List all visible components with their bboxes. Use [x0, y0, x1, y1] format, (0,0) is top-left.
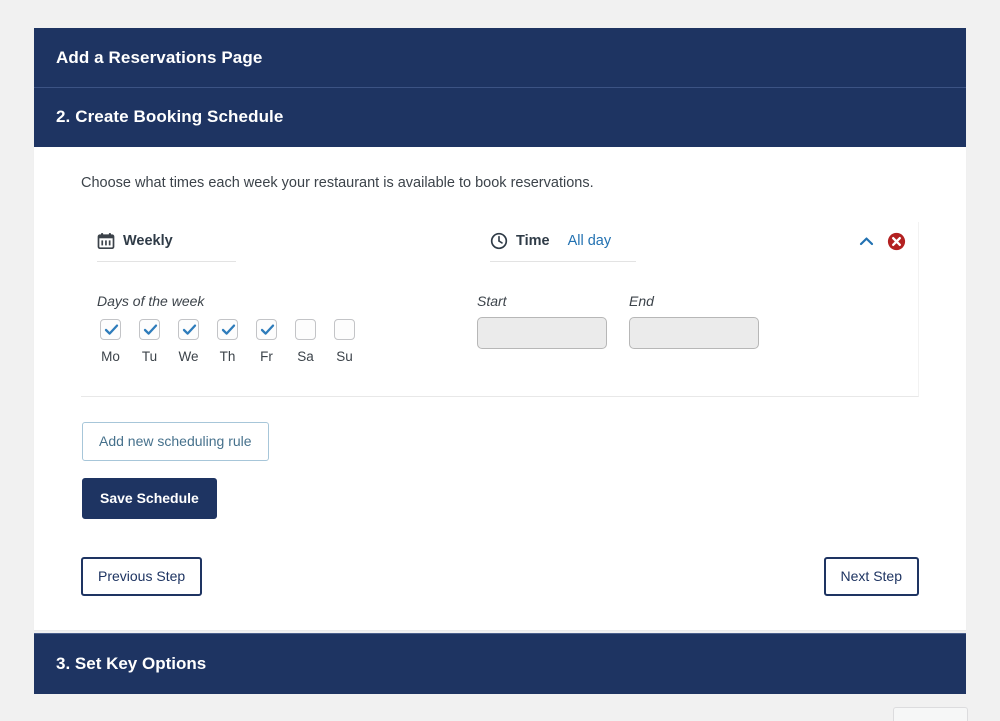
intro-text: Choose what times each week your restaur… — [81, 175, 594, 191]
days-of-week-group: Days of the week Mo Tu We Th Fr Sa Su — [97, 293, 477, 364]
day-checkbox-su[interactable]: Su — [331, 319, 358, 364]
add-scheduling-rule-button[interactable]: Add new scheduling rule — [82, 422, 269, 462]
time-tab-label: Time — [516, 233, 550, 250]
offscreen-partial-button[interactable] — [893, 707, 968, 721]
days-of-week-label: Days of the week — [97, 293, 205, 310]
day-checkbox-sa[interactable]: Sa — [292, 319, 319, 364]
start-time-input[interactable] — [477, 317, 607, 350]
checkbox-sa[interactable] — [295, 319, 316, 341]
day-label-su: Su — [336, 349, 353, 365]
scheduling-rule-card: Weekly Time All day Days of the week Mo … — [81, 222, 919, 398]
days-of-week-row: Mo Tu We Th Fr Sa Su — [97, 319, 477, 364]
day-checkbox-we[interactable]: We — [175, 319, 202, 364]
scheduling-rule-header: Weekly Time All day — [81, 228, 918, 263]
check-icon — [260, 324, 275, 335]
day-checkbox-mo[interactable]: Mo — [97, 319, 124, 364]
save-schedule-button[interactable]: Save Schedule — [82, 478, 217, 520]
page-title: Add a Reservations Page — [34, 28, 966, 88]
start-time-field: Start — [477, 293, 607, 364]
step-2-body: Choose what times each week your restaur… — [34, 147, 966, 631]
day-label-fr: Fr — [260, 349, 273, 365]
day-label-tu: Tu — [141, 349, 158, 365]
calendar-icon — [97, 232, 115, 250]
day-checkbox-th[interactable]: Th — [214, 319, 241, 364]
checkbox-we[interactable] — [178, 319, 199, 341]
checkbox-tu[interactable] — [139, 319, 160, 341]
end-time-field: End — [629, 293, 759, 364]
scheduling-rule-body: Days of the week Mo Tu We Th Fr Sa Su St… — [81, 293, 918, 364]
page-root: Add a Reservations Page 2. Create Bookin… — [0, 0, 1000, 721]
time-range-group: Start End — [477, 293, 759, 364]
time-tab[interactable]: Time All day — [490, 228, 636, 263]
step-2-header: 2. Create Booking Schedule — [34, 88, 966, 147]
chevron-up-icon[interactable] — [857, 232, 876, 251]
day-label-th: Th — [219, 349, 236, 365]
day-label-we: We — [178, 349, 199, 365]
step-3-header[interactable]: 3. Set Key Options — [34, 633, 966, 694]
reservations-wizard-panel: Add a Reservations Page 2. Create Bookin… — [34, 28, 966, 631]
start-time-label: Start — [477, 293, 507, 310]
day-label-sa: Sa — [297, 349, 314, 365]
next-step-button[interactable]: Next Step — [823, 557, 919, 597]
checkbox-su[interactable] — [334, 319, 355, 341]
checkbox-th[interactable] — [217, 319, 238, 341]
day-checkbox-tu[interactable]: Tu — [136, 319, 163, 364]
previous-step-button[interactable]: Previous Step — [81, 557, 203, 597]
wizard-navigation: Previous Step Next Step — [81, 557, 919, 597]
end-time-label: End — [629, 293, 654, 310]
scheduling-rule-actions — [857, 232, 906, 251]
check-icon — [221, 324, 236, 335]
remove-circle-icon[interactable] — [887, 232, 906, 251]
day-label-mo: Mo — [101, 349, 120, 365]
checkbox-fr[interactable] — [256, 319, 277, 341]
schedule-type-tab[interactable]: Weekly — [97, 228, 236, 263]
schedule-type-label: Weekly — [123, 233, 173, 250]
all-day-link[interactable]: All day — [568, 233, 612, 249]
end-time-input[interactable] — [629, 317, 759, 350]
check-icon — [104, 324, 119, 335]
clock-icon — [490, 232, 508, 250]
check-icon — [143, 324, 158, 335]
checkbox-mo[interactable] — [100, 319, 121, 341]
day-checkbox-fr[interactable]: Fr — [253, 319, 280, 364]
check-icon — [182, 324, 197, 335]
